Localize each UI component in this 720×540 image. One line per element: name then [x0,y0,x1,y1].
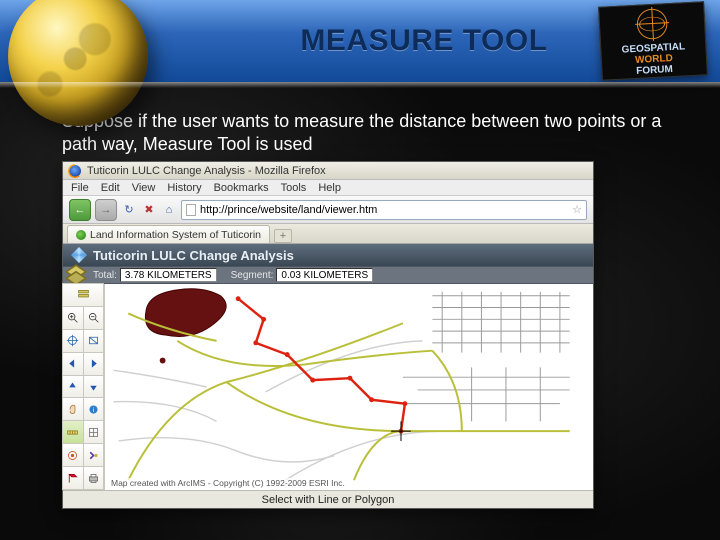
layers-icon[interactable] [63,266,89,284]
toolbox: i [63,284,105,490]
globe-graphic [8,0,148,126]
tab-land-info[interactable]: Land Information System of Tuticorin [67,225,270,243]
total-label: Total: [93,270,117,281]
tool-find[interactable] [62,466,84,490]
tab-favicon [76,230,86,240]
tool-prev-extent[interactable] [62,352,84,376]
menu-edit[interactable]: Edit [101,182,120,194]
app-logo-icon [71,247,87,263]
map-canvas[interactable]: Map created with ArcIMS - Copyright (C) … [105,284,593,490]
app-title: Tuticorin LULC Change Analysis [93,248,294,263]
segment-value: 0.03 KILOMETERS [276,268,373,282]
tool-identify[interactable]: i [83,397,105,421]
home-button[interactable]: ⌂ [161,202,177,218]
slide-body-text: Suppose if the user wants to measure the… [62,110,672,155]
bookmark-star-icon[interactable]: ☆ [572,203,582,216]
forum-badge: GEOSPATIAL WORLD FORUM [598,1,708,80]
status-prompt: Select with Line or Polygon [262,494,395,506]
tool-pan[interactable] [62,397,84,421]
measure-readout-bar: Total: 3.78 KILOMETERS Segment: 0.03 KIL… [63,266,593,284]
tool-pan-down[interactable] [83,375,105,399]
menu-bar: File Edit View History Bookmarks Tools H… [63,180,593,196]
tool-measure[interactable] [62,420,84,444]
tool-zoom-in[interactable] [62,306,84,330]
svg-text:i: i [93,407,94,414]
map-credit: Map created with ArcIMS - Copyright (C) … [109,478,347,488]
tool-full-extent[interactable] [62,329,84,353]
menu-help[interactable]: Help [318,182,341,194]
back-button[interactable]: ← [69,199,91,221]
menu-history[interactable]: History [167,182,201,194]
segment-label: Segment: [231,270,274,281]
tool-query[interactable] [83,443,105,467]
menu-tools[interactable]: Tools [281,182,307,194]
tool-print[interactable] [83,466,105,490]
address-bar[interactable]: ☆ [181,200,587,220]
tool-units[interactable] [83,420,105,444]
tab-label: Land Information System of Tuticorin [90,229,261,241]
tool-buffer[interactable] [62,443,84,467]
new-tab-button[interactable]: + [274,229,292,243]
menu-view[interactable]: View [132,182,156,194]
window-titlebar: Tuticorin LULC Change Analysis - Mozilla… [63,162,593,180]
firefox-icon [69,165,81,177]
page-icon [186,204,196,216]
menu-file[interactable]: File [71,182,89,194]
stop-button[interactable]: ✖ [141,202,157,218]
work-area: i [63,284,593,490]
tool-layers[interactable] [62,283,104,307]
menu-bookmarks[interactable]: Bookmarks [214,182,269,194]
reload-button[interactable]: ↻ [121,202,137,218]
badge-line3: FORUM [636,64,673,77]
tool-zoom-out[interactable] [83,306,105,330]
status-bar: Select with Line or Polygon [63,490,593,508]
browser-window: Tuticorin LULC Change Analysis - Mozilla… [62,161,594,509]
tool-next-extent[interactable] [83,352,105,376]
tab-strip: Land Information System of Tuticorin + [63,224,593,244]
globe-grid-icon [634,6,670,42]
window-title: Tuticorin LULC Change Analysis - Mozilla… [87,165,326,177]
forward-button[interactable]: → [95,199,117,221]
url-input[interactable] [200,204,568,216]
total-value: 3.78 KILOMETERS [120,268,217,282]
app-header: Tuticorin LULC Change Analysis [63,244,593,266]
tool-pan-up[interactable] [62,375,84,399]
tool-zoom-active[interactable] [83,329,105,353]
nav-toolbar: ← → ↻ ✖ ⌂ ☆ [63,196,593,224]
